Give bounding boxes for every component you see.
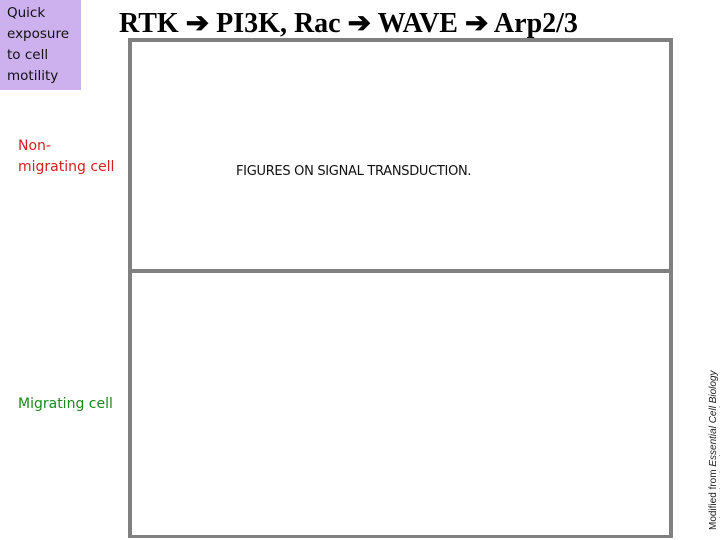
non-migrating-cell-label: Non- migrating cell bbox=[18, 136, 114, 178]
title-part-wave: WAVE bbox=[377, 8, 458, 39]
credit-prefix: Modified from bbox=[708, 466, 719, 530]
figure-divider bbox=[128, 269, 673, 273]
arrow-right-icon: ➔ bbox=[464, 8, 489, 39]
topic-box: Quick exposure to cell motility bbox=[0, 0, 81, 90]
arrow-right-icon: ➔ bbox=[347, 8, 372, 39]
title-part-arp23: Arp2/3 bbox=[493, 8, 578, 39]
label-line: Non- bbox=[18, 138, 51, 154]
topic-line: Quick bbox=[7, 5, 46, 21]
title-part-rtk: RTK bbox=[119, 8, 179, 39]
credit-text: Modified from Essential Cell Biology (© … bbox=[708, 370, 720, 530]
figure-frame bbox=[128, 38, 673, 538]
credit-line-1: Modified from Essential Cell Biology bbox=[708, 370, 719, 530]
topic-line: motility bbox=[7, 68, 59, 84]
topic-line: to cell bbox=[7, 47, 49, 63]
migrating-cell-label: Migrating cell bbox=[18, 396, 113, 412]
label-line: migrating cell bbox=[18, 159, 115, 175]
slide-title: RTK ➔ PI3K, Rac ➔ WAVE ➔ Arp2/3 bbox=[119, 6, 578, 40]
figure-placeholder-text: FIGURES ON SIGNAL TRANSDUCTION. bbox=[236, 164, 472, 179]
credit-book: Essential Cell Biology bbox=[708, 370, 719, 467]
title-part-pi3k-rac: PI3K, Rac bbox=[216, 8, 341, 39]
topic-line: exposure bbox=[7, 26, 70, 42]
arrow-right-icon: ➔ bbox=[185, 8, 210, 39]
